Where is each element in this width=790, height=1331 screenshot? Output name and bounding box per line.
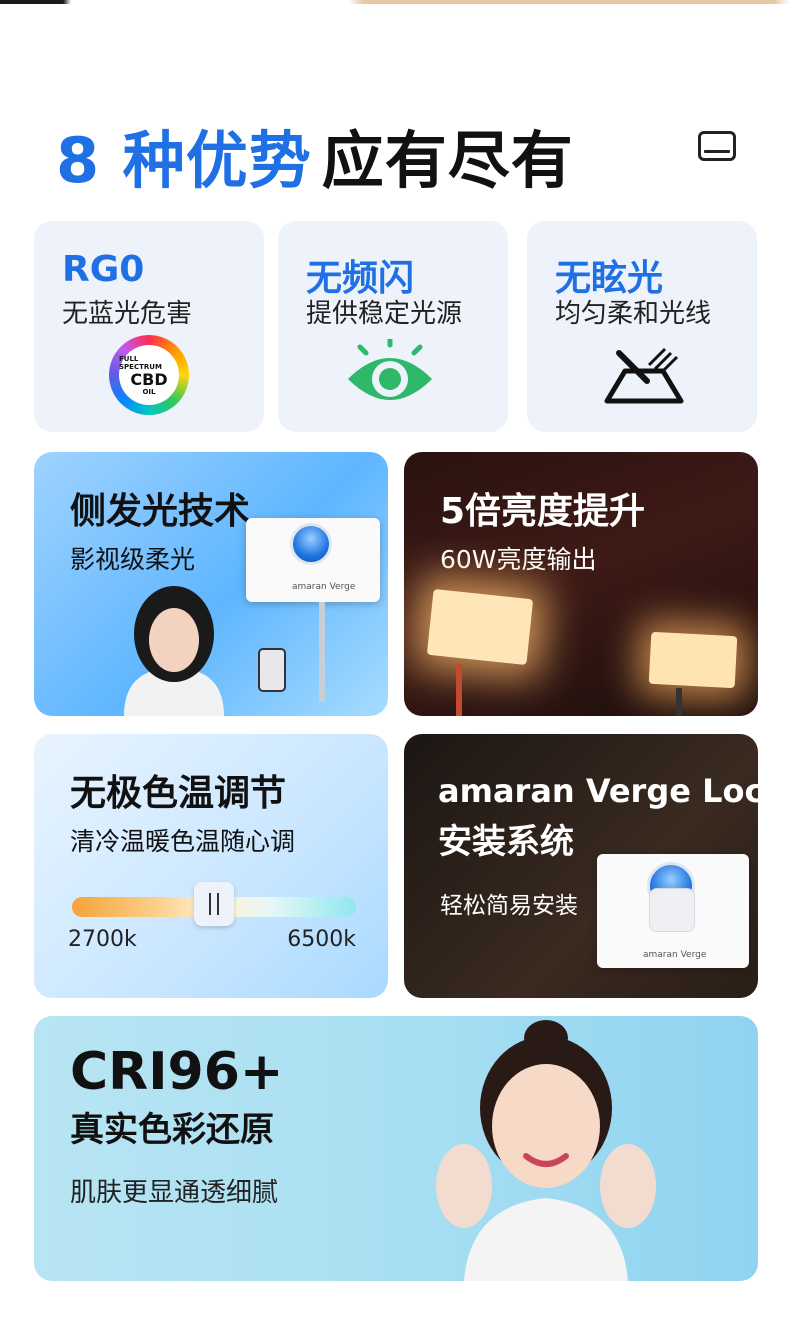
light-panel-glow-image <box>648 631 738 689</box>
window-toggle-button[interactable] <box>698 131 736 161</box>
feature-card-glare-free: 无眩光 均匀柔和光线 <box>527 221 757 432</box>
light-stand-image <box>319 602 325 702</box>
feature-subtitle: 60W亮度输出 <box>440 545 597 574</box>
light-panel-image: amaran Verge <box>597 854 749 968</box>
cbd-icon-text-top: FULL SPECTRUM <box>119 354 162 371</box>
feature-subtitle: 清冷温暖色温随心调 <box>70 827 296 856</box>
full-spectrum-cbd-icon: FULL SPECTRUM CBD OIL <box>109 335 189 415</box>
light-panel-image: amaran Verge <box>246 518 380 602</box>
color-temperature-slider-knob[interactable] <box>194 882 234 926</box>
title-rest: 应有尽有 <box>321 124 574 197</box>
feature-subtitle: 肌肤更显通透细腻 <box>70 1178 279 1208</box>
feature-card-color-temperature: 无极色温调节 清冷温暖色温随心调 2700k 6500k <box>34 734 388 998</box>
feature-card-rg0: RG0 无蓝光危害 FULL SPECTRUM CBD OIL <box>34 221 264 432</box>
person-image <box>436 1020 656 1281</box>
feature-title: CRI96+ <box>70 1042 284 1102</box>
feature-card-flicker-free: 无频闪 提供稳定光源 <box>278 221 508 432</box>
mount-plate-image <box>649 888 695 932</box>
cbd-icon-text-main: CBD <box>130 369 168 389</box>
feature-card-brightness: 5倍亮度提升 60W亮度输出 <box>404 452 758 716</box>
light-stand-image <box>456 664 462 716</box>
feature-card-side-light: 侧发光技术 影视级柔光 amaran Verge <box>34 452 388 716</box>
eye-icon <box>348 339 432 400</box>
light-panel-glow-image <box>426 588 534 666</box>
cbd-icon-text-bottom: OIL <box>142 387 156 396</box>
title-accent: 8 种优势 <box>56 124 312 197</box>
phone-image <box>258 648 286 692</box>
feature-title: 无极色温调节 <box>70 773 287 814</box>
feature-title-secondary: 安装系统 <box>438 822 574 862</box>
feature-title: 侧发光技术 <box>70 491 251 532</box>
feature-subtitle: 均匀柔和光线 <box>555 299 712 329</box>
slider-max-label: 6500k <box>287 927 356 952</box>
glare-free-icon <box>604 347 684 404</box>
feature-card-mount-system: amaran Verge Lock 安装系统 轻松简易安装 amaran Ver… <box>404 734 758 998</box>
person-image <box>124 586 224 716</box>
panel-brand-label: amaran Verge <box>292 582 356 592</box>
light-stand-image <box>676 688 682 716</box>
feature-card-cri: CRI96+ 真实色彩还原 肌肤更显通透细腻 <box>34 1016 758 1281</box>
feature-subtitle: 轻松简易安装 <box>440 893 578 919</box>
page-title: 8 种优势 应有尽有 <box>56 110 574 200</box>
feature-title: amaran Verge Lock <box>438 772 758 810</box>
feature-title: RG0 <box>62 249 145 290</box>
feature-title-secondary: 真实色彩还原 <box>70 1110 274 1150</box>
top-image-strip <box>0 0 790 4</box>
feature-title: 5倍亮度提升 <box>440 491 646 532</box>
feature-subtitle: 无蓝光危害 <box>62 299 193 329</box>
feature-subtitle: 提供稳定光源 <box>306 299 463 329</box>
slider-min-label: 2700k <box>68 927 137 952</box>
feature-subtitle: 影视级柔光 <box>70 545 196 574</box>
panel-brand-label: amaran Verge <box>643 950 707 960</box>
